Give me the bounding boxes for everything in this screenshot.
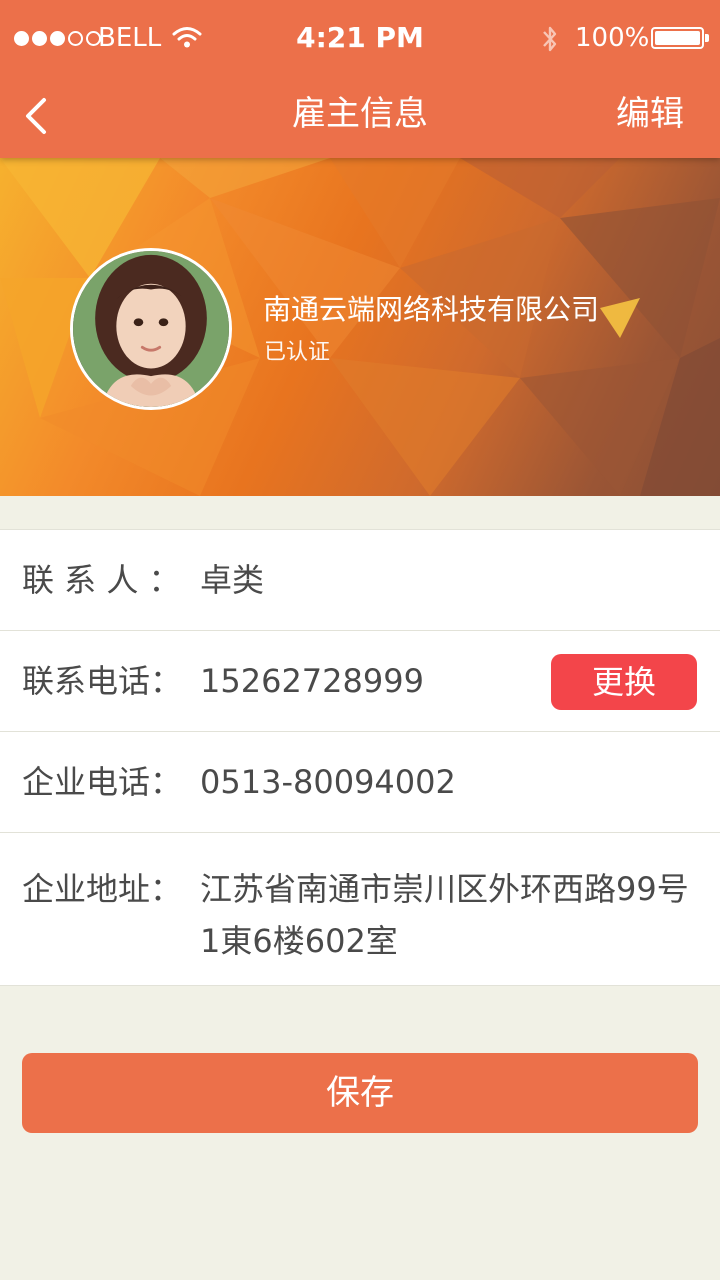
avatar[interactable]	[70, 248, 232, 410]
company-phone-row: 企业电话： 0513-80094002	[0, 732, 720, 833]
change-phone-button[interactable]: 更换	[551, 654, 697, 710]
avatar-photo	[73, 251, 229, 407]
company-address-row: 企业地址： 江苏省南通市崇川区外环西路99号1東6楼602室	[0, 833, 720, 985]
battery-icon	[651, 27, 709, 49]
verified-status: 已认证	[264, 340, 331, 365]
header: BELL 4:21 PM 100% 雇主信息 编辑	[0, 0, 720, 158]
contact-phone-label: 联系电话：	[22, 662, 183, 700]
info-list: 联 系 人 ： 卓类 联系电话： 15262728999 更换 企业电话： 05…	[0, 529, 720, 986]
company-address-value: 江苏省南通市崇川区外环西路99号1東6楼602室	[200, 870, 689, 960]
company-address-label: 企业地址：	[22, 870, 183, 908]
contact-person-label: 联 系 人 ：	[22, 561, 181, 599]
profile-banner: 南通云端网络科技有限公司 已认证	[0, 158, 720, 496]
contact-person-value: 卓类	[200, 561, 265, 599]
company-phone-value: 0513-80094002	[200, 763, 456, 801]
bluetooth-icon	[543, 26, 557, 52]
employer-info-screen: BELL 4:21 PM 100% 雇主信息 编辑 南通云端网络科技有限公司 已…	[0, 0, 720, 1280]
save-button[interactable]: 保存	[22, 1053, 698, 1133]
chevron-left-icon	[26, 98, 46, 134]
page-title: 雇主信息	[292, 94, 428, 134]
status-bar: BELL 4:21 PM 100%	[0, 0, 720, 76]
contact-phone-row: 联系电话： 15262728999 更换	[0, 631, 720, 732]
company-phone-label: 企业电话：	[22, 763, 183, 801]
navigation-bar: 雇主信息 编辑	[0, 76, 720, 158]
contact-phone-value: 15262728999	[200, 662, 424, 700]
back-button[interactable]	[10, 86, 66, 146]
company-name: 南通云端网络科技有限公司	[263, 293, 600, 326]
edit-button[interactable]: 编辑	[616, 92, 684, 136]
contact-person-row: 联 系 人 ： 卓类	[0, 530, 720, 631]
battery-percentage: 100%	[575, 23, 650, 53]
